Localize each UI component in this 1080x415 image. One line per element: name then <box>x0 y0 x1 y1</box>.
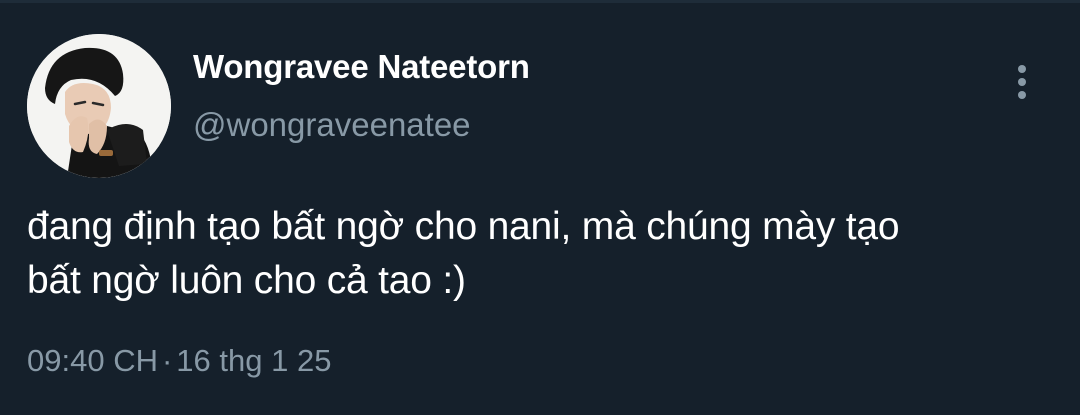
tweet-date: 16 thg 1 25 <box>176 343 332 378</box>
tweet-card: Wongravee Nateetorn @wongraveenatee đang… <box>0 0 1080 415</box>
display-name[interactable]: Wongravee Nateetorn <box>193 48 530 86</box>
user-handle[interactable]: @wongraveenatee <box>193 106 471 144</box>
avatar[interactable] <box>27 34 171 178</box>
more-options-button[interactable] <box>1004 60 1040 104</box>
meta-separator: · <box>161 343 173 378</box>
avatar-photo <box>27 34 171 178</box>
tweet-text: đang định tạo bất ngờ cho nani, mà chúng… <box>27 205 900 302</box>
tweet-time: 09:40 CH <box>27 343 158 378</box>
more-vertical-icon <box>1018 65 1026 99</box>
tweet-timestamp[interactable]: 09:40 CH · 16 thg 1 25 <box>27 343 331 379</box>
